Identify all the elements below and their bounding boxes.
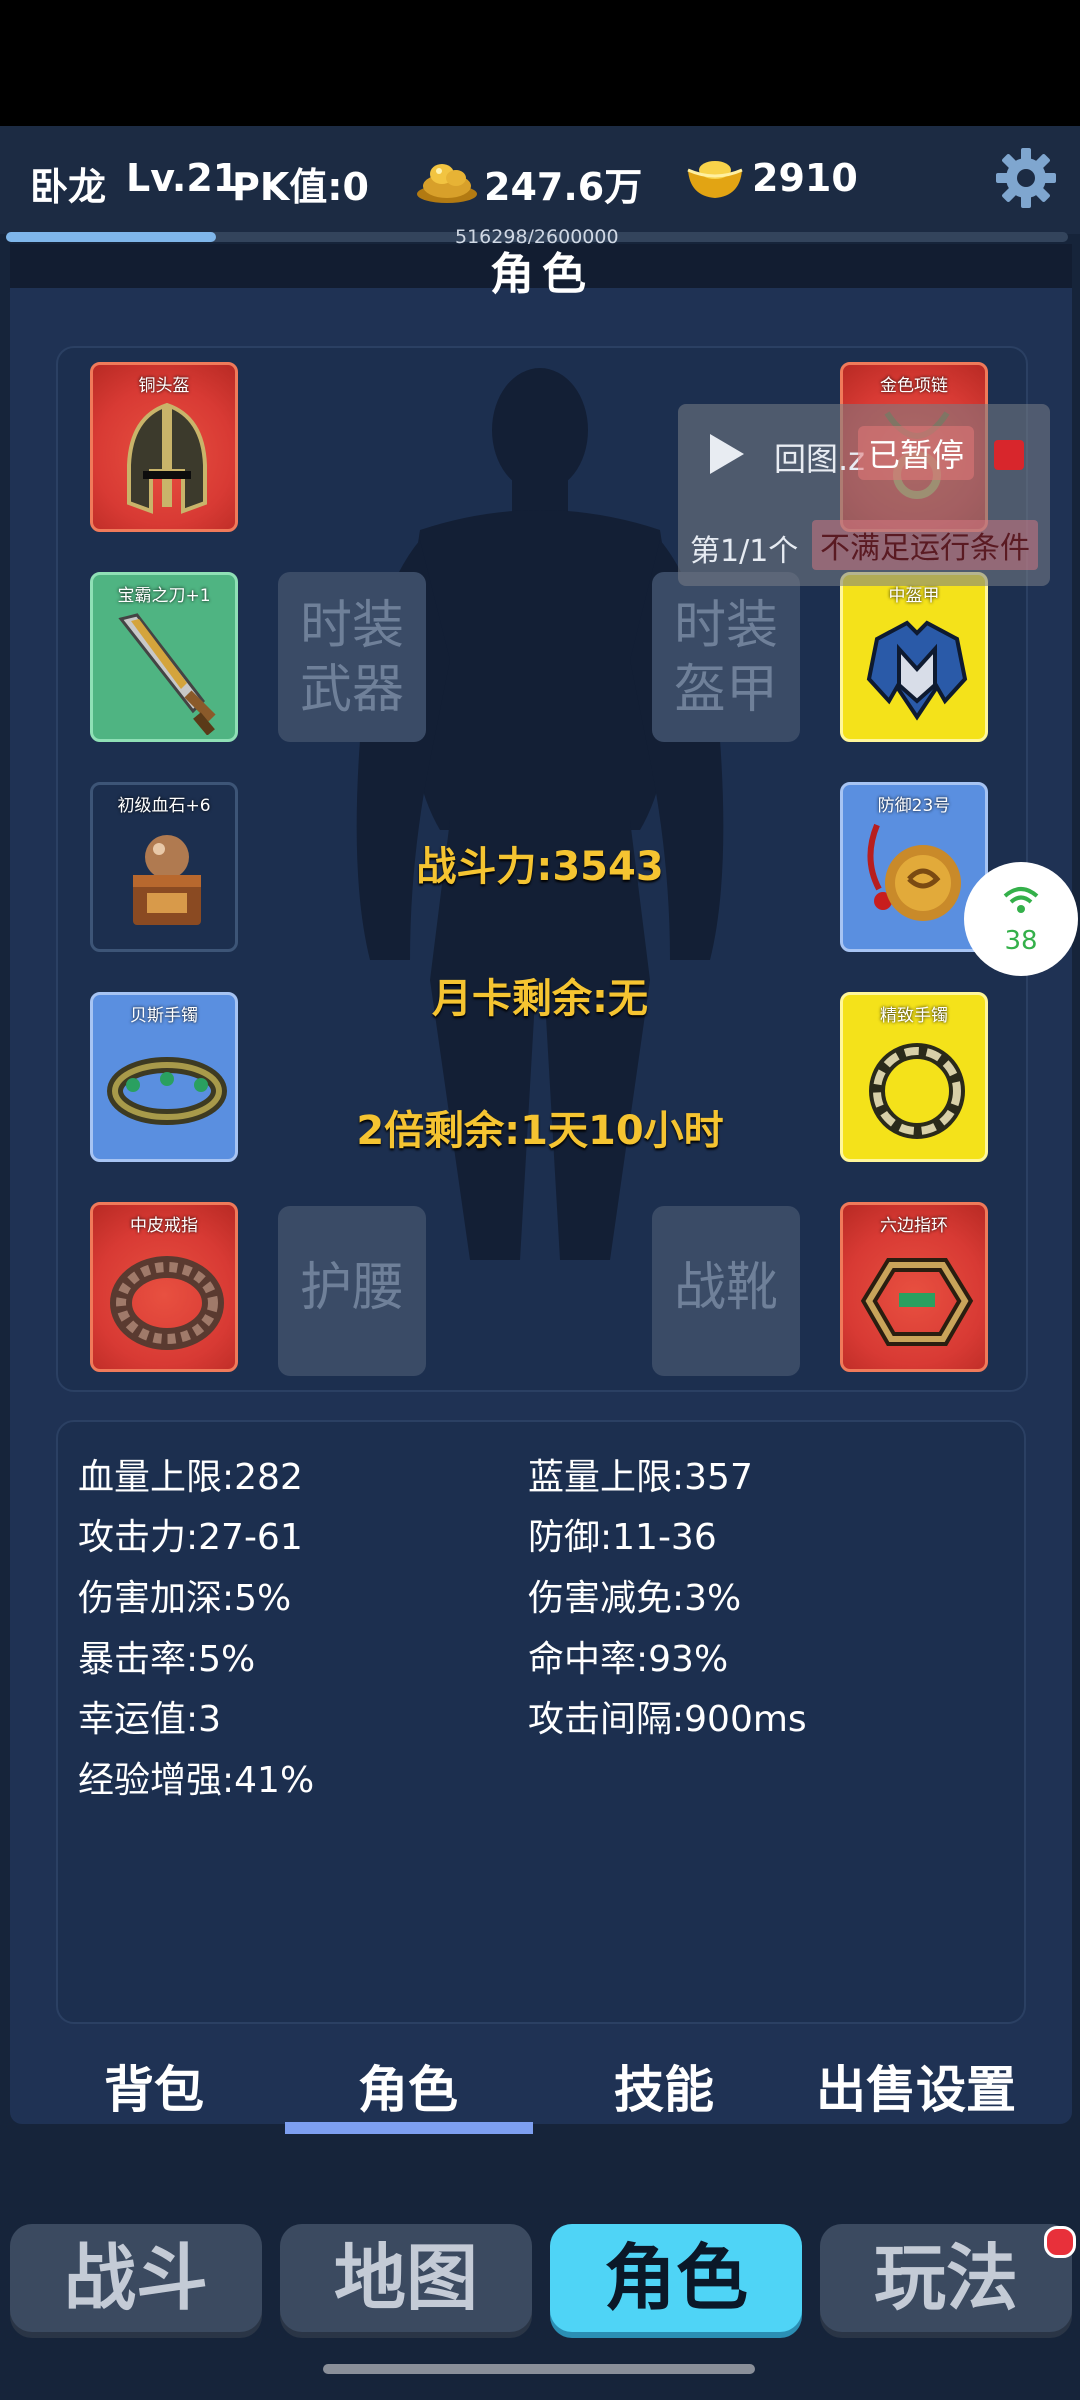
hexagon-ring-icon	[860, 1258, 974, 1346]
stat-max-mp: 蓝量上限:357	[528, 1457, 753, 1498]
equip-slot-bracelet-left[interactable]: 贝斯手镯	[90, 992, 238, 1162]
empty-slot-label: 战靴	[673, 1258, 778, 1318]
equip-slot-armor[interactable]: 中盔甲	[840, 572, 988, 742]
equip-label: 精致手镯	[880, 1006, 948, 1026]
helmet-icon	[127, 402, 207, 514]
stat-hit-rate: 命中率:93%	[528, 1639, 729, 1680]
stop-icon[interactable]	[994, 440, 1024, 470]
empty-slot-label: 时装	[673, 596, 778, 656]
bracelet-icon	[107, 1057, 227, 1125]
equip-label: 金色项链	[880, 376, 948, 396]
armor-icon	[866, 620, 968, 721]
equip-slot-ring-left[interactable]: 中皮戒指	[90, 1202, 238, 1372]
equip-slot-weapon[interactable]: 宝霸之刀+1	[90, 572, 238, 742]
stat-luck: 幸运值:3	[78, 1699, 222, 1740]
equip-slot-helmet[interactable]: 铜头盔	[90, 362, 238, 532]
gold-ingot-icon	[684, 152, 746, 208]
panel-title: 角色	[490, 249, 594, 300]
stat-defense: 防御:11-36	[528, 1517, 717, 1558]
equip-slot-bloodstone[interactable]: 初级血石+6	[90, 782, 238, 952]
status-bar	[0, 0, 1080, 126]
stat-attack: 攻击力:27-61	[78, 1517, 303, 1558]
tab-backpack[interactable]: 背包	[104, 2050, 204, 2122]
double-exp-remaining: 2倍剩余:1天10小时	[356, 1108, 724, 1154]
empty-slot-label: 护腰	[299, 1258, 404, 1318]
sword-icon	[118, 613, 216, 735]
player-level: Lv.21	[126, 156, 240, 200]
notification-dot	[1044, 2226, 1076, 2258]
bloodstone-icon	[133, 835, 201, 925]
ingot-amount: 2910	[752, 156, 858, 200]
stat-crit-rate: 暴击率:5%	[78, 1639, 256, 1680]
empty-slot-label: 武器	[299, 660, 404, 720]
script-status: 已暂停	[858, 426, 975, 480]
stat-exp-boost: 经验增强:41%	[78, 1760, 315, 1801]
home-indicator[interactable]	[323, 2364, 755, 2374]
script-name: 回图.z	[774, 440, 865, 478]
equip-label: 初级血石+6	[117, 796, 211, 816]
stat-damage-reduction: 伤害减免:3%	[528, 1578, 742, 1619]
gold-pile-icon	[414, 154, 480, 210]
equip-label: 防御23号	[877, 796, 951, 816]
play-icon[interactable]	[706, 432, 746, 480]
gold-amount: 247.6万	[484, 165, 643, 209]
player-name: 卧龙	[30, 165, 107, 209]
nav-battle-button[interactable]: 战斗	[10, 2224, 262, 2332]
equip-label: 中皮戒指	[130, 1216, 198, 1236]
gear-icon[interactable]	[994, 146, 1058, 214]
medallion-icon	[867, 823, 961, 921]
nav-map-button[interactable]: 地图	[280, 2224, 532, 2332]
empty-slot-label: 时装	[299, 596, 404, 656]
network-badge[interactable]	[964, 862, 1078, 976]
stat-damage-boost: 伤害加深:5%	[78, 1578, 292, 1619]
script-condition: 不满足运行条件	[812, 520, 1038, 570]
tab-skills[interactable]: 技能	[614, 2050, 714, 2122]
ring-icon	[110, 1256, 224, 1350]
empty-slot-fashion-weapon[interactable]: 时装 武器	[278, 572, 426, 742]
network-latency: 38	[1004, 926, 1038, 956]
equip-label: 贝斯手镯	[130, 1006, 198, 1026]
wifi-icon	[1001, 884, 1041, 918]
empty-slot-belt[interactable]: 护腰	[278, 1206, 426, 1376]
stat-max-hp: 血量上限:282	[78, 1457, 303, 1498]
stat-attack-interval: 攻击间隔:900ms	[528, 1699, 807, 1740]
tab-sell-settings[interactable]: 出售设置	[816, 2050, 1016, 2122]
nav-gameplay-button[interactable]: 玩法	[820, 2224, 1072, 2332]
equip-slot-ring-right[interactable]: 六边指环	[840, 1202, 988, 1372]
empty-slot-boots[interactable]: 战靴	[652, 1206, 800, 1376]
xp-bar-fill	[6, 232, 216, 242]
pk-value: PK值:0	[232, 165, 369, 209]
active-tab-indicator	[285, 2122, 533, 2134]
equip-slot-bracelet-right[interactable]: 精致手镯	[840, 992, 988, 1162]
equip-label: 宝霸之刀+1	[117, 586, 211, 606]
equip-label: 铜头盔	[138, 376, 190, 396]
empty-slot-label: 盔甲	[673, 660, 778, 720]
monthly-card-remaining: 月卡剩余:无	[432, 976, 648, 1022]
equip-label: 六边指环	[880, 1216, 948, 1236]
script-progress: 第1/1个	[690, 534, 799, 569]
tab-character[interactable]: 角色	[358, 2050, 458, 2122]
nav-character-button[interactable]: 角色	[550, 2224, 802, 2332]
combat-power: 战斗力:3543	[416, 844, 664, 890]
bracelet-icon	[869, 1043, 965, 1139]
empty-slot-fashion-armor[interactable]: 时装 盔甲	[652, 572, 800, 742]
